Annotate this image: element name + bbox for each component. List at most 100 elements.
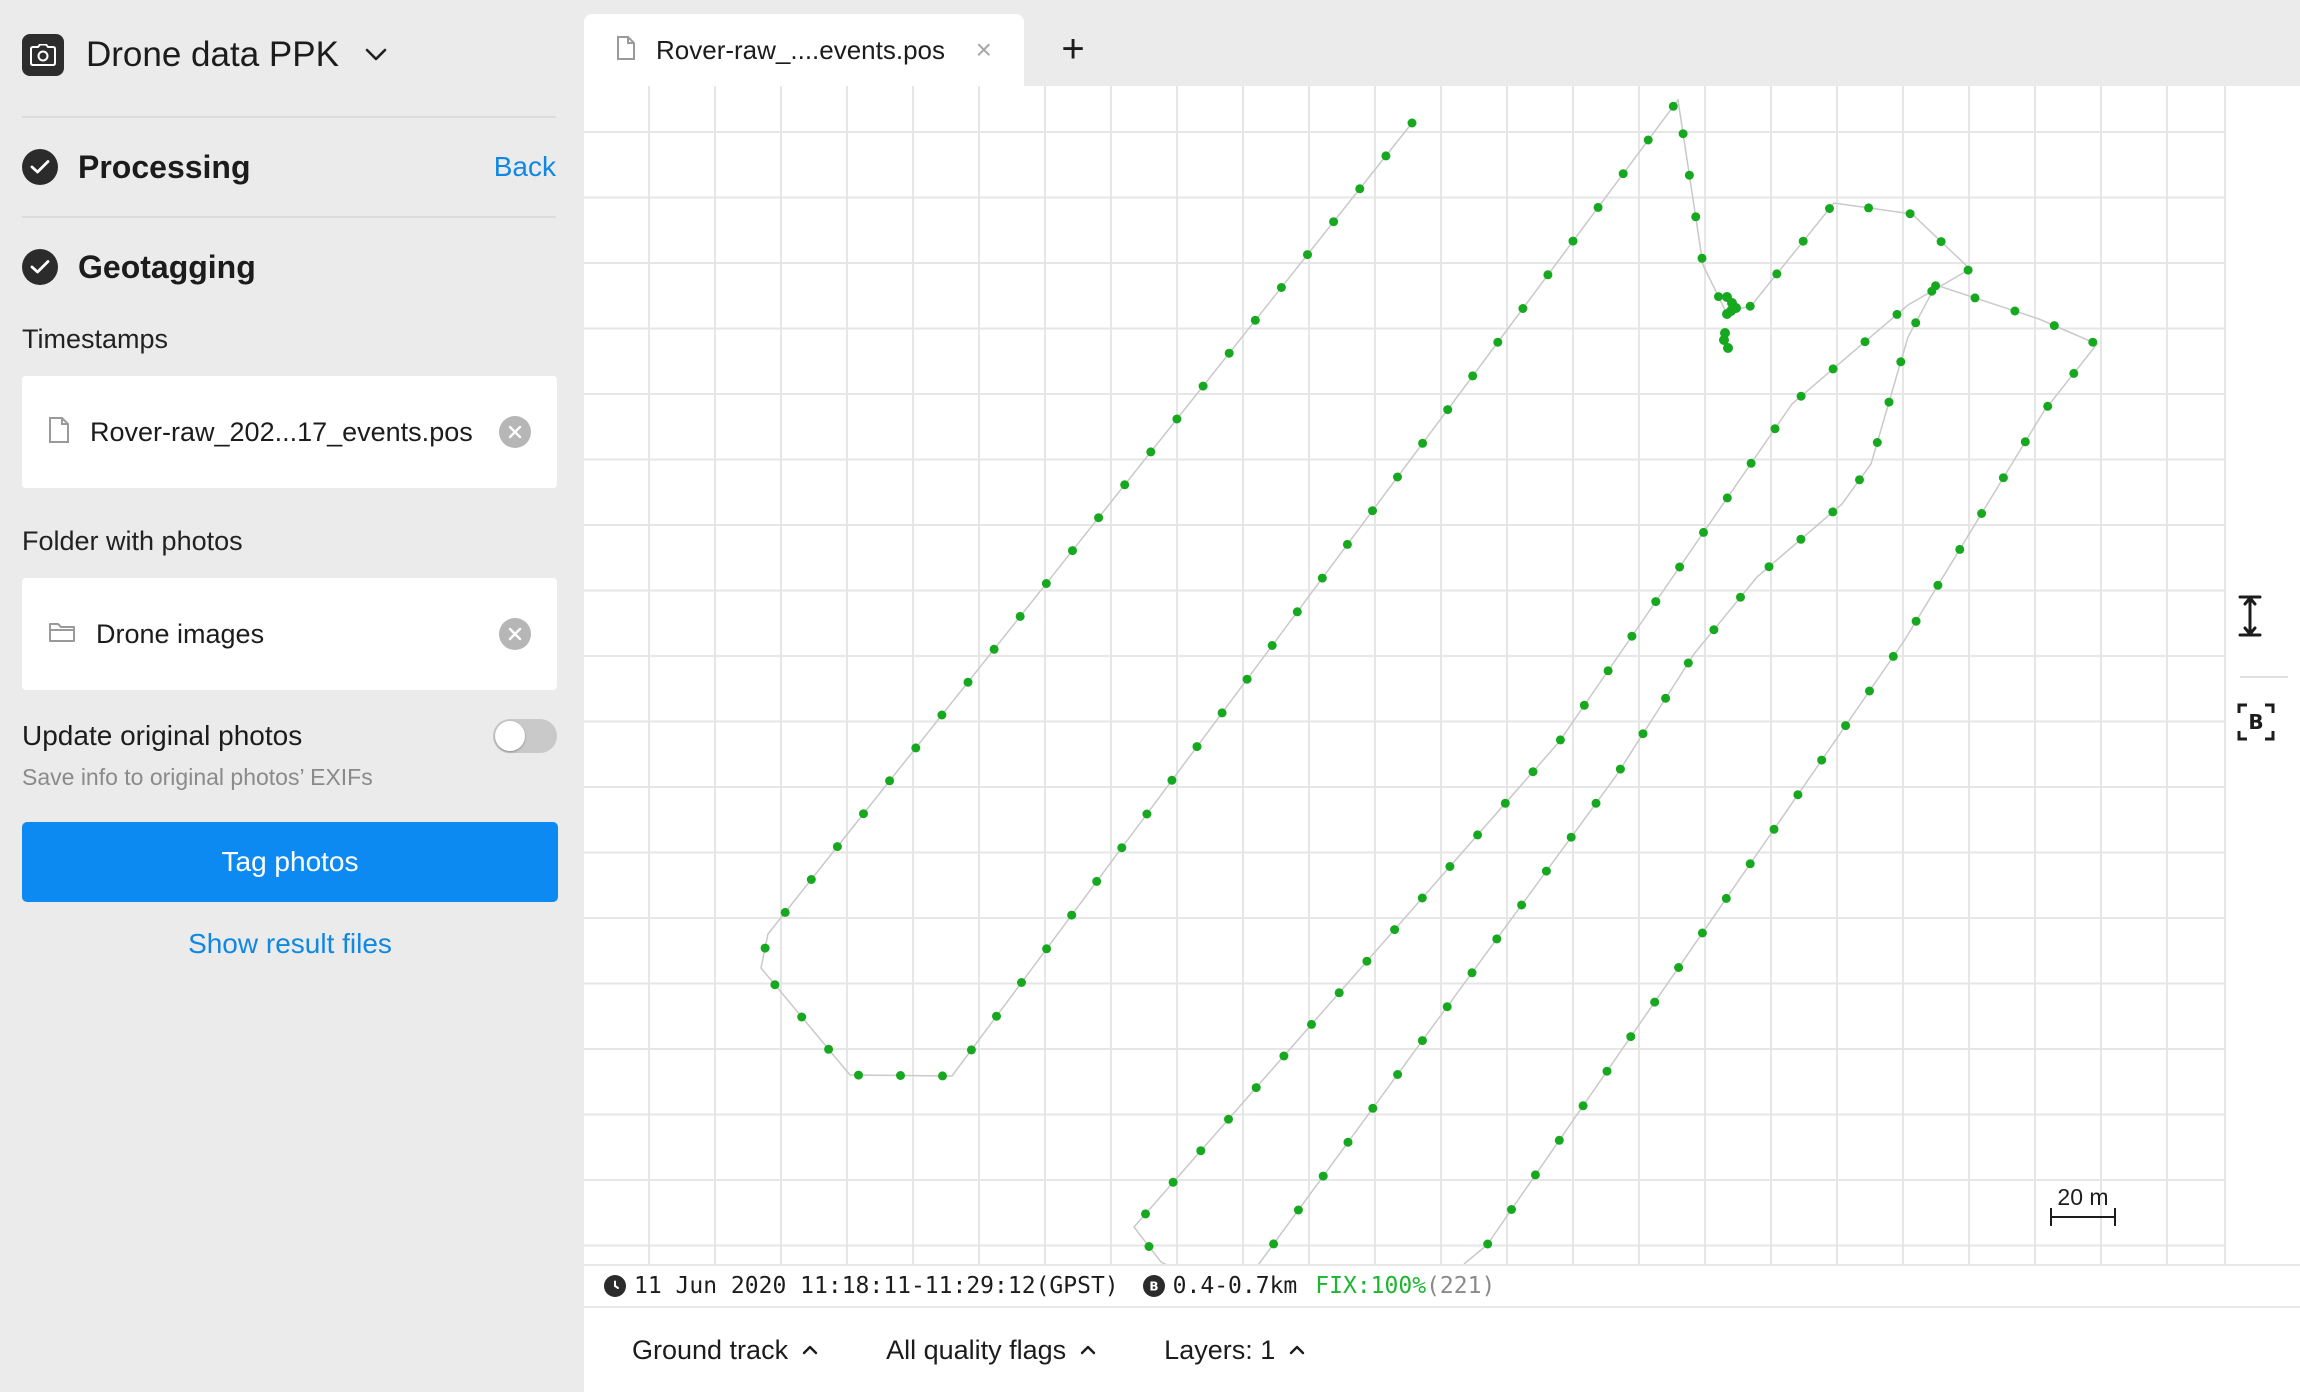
track-point [806, 875, 816, 884]
track-point [1591, 798, 1601, 808]
track-point [963, 677, 973, 687]
scale-tick [2114, 1208, 2116, 1226]
track-point [1554, 1135, 1564, 1145]
clear-folder-button[interactable] [499, 618, 531, 650]
track-point [1864, 203, 1874, 213]
base-station-focus-icon[interactable]: B [2236, 702, 2292, 758]
track-points [760, 101, 2098, 1251]
track-point [1303, 250, 1312, 260]
ground-track-dropdown[interactable]: Ground track [632, 1335, 818, 1366]
track-point [1381, 151, 1391, 161]
back-link[interactable]: Back [494, 151, 556, 183]
track-point [1638, 729, 1648, 739]
track-point [1517, 900, 1527, 910]
track-point [1661, 693, 1671, 703]
track-point [1293, 1205, 1303, 1215]
track-point [1343, 1137, 1353, 1147]
fit-height-icon[interactable] [2236, 594, 2292, 650]
track-point [1568, 236, 1578, 246]
track-point [1393, 1070, 1403, 1079]
track-point [938, 1071, 947, 1081]
track-point [760, 943, 770, 953]
track-point [1443, 405, 1453, 415]
track-point [1593, 202, 1603, 212]
update-original-hint: Save info to original photos’ EXIFs [22, 764, 373, 790]
track-point [1017, 978, 1026, 987]
track-point [1442, 1002, 1452, 1012]
tab-rover-events[interactable]: Rover-raw_....events.pos × [584, 14, 1024, 86]
track-point [1068, 546, 1077, 556]
track-point [1196, 1146, 1206, 1156]
track-point [780, 907, 790, 917]
show-result-files-link[interactable]: Show result files [22, 928, 558, 960]
track-point [1678, 129, 1688, 139]
tag-photos-button[interactable]: Tag photos [22, 822, 558, 902]
scale-tick [2050, 1208, 2052, 1226]
track-point [1067, 910, 1077, 920]
app-window: Drone data PPK Processing Back Geotaggin… [0, 0, 2300, 1392]
track-point [1390, 925, 1400, 935]
track-point [1796, 534, 1806, 544]
track-point [1977, 509, 1987, 518]
track-point [1041, 579, 1051, 588]
add-tab-button[interactable]: + [1048, 24, 1098, 74]
track-point [1884, 397, 1894, 407]
divider [22, 216, 556, 218]
track-point [966, 1045, 976, 1055]
track-point [1555, 735, 1565, 745]
track-point [1865, 686, 1874, 696]
track-point [937, 710, 947, 720]
track-point [1578, 1101, 1588, 1111]
status-fix-count: (221) [1426, 1273, 1496, 1299]
track-point [1117, 843, 1127, 853]
track-point [1675, 562, 1685, 572]
map-tools-rail: B [2224, 86, 2300, 1264]
map-view[interactable]: 20 m B [584, 86, 2300, 1264]
track-point [1120, 480, 1130, 490]
update-original-toggle[interactable] [493, 719, 557, 753]
quality-flags-dropdown[interactable]: All quality flags [886, 1335, 1096, 1366]
track-point [1217, 708, 1227, 718]
track-point [1528, 767, 1538, 777]
track-point [1473, 830, 1483, 840]
close-tab-button[interactable]: × [976, 36, 992, 64]
track-point [1722, 309, 1732, 319]
track-point [1146, 447, 1156, 457]
track-point [1492, 934, 1502, 944]
track-point [1276, 283, 1286, 292]
folder-name: Drone images [96, 618, 265, 649]
file-icon [616, 35, 636, 66]
track-point [1318, 1171, 1328, 1181]
track-point [1770, 424, 1780, 434]
track-point [1745, 859, 1755, 869]
track-point [1500, 798, 1510, 808]
track-point [1764, 562, 1774, 572]
track-point [1603, 666, 1613, 676]
track-point [1144, 1242, 1154, 1251]
track-point [1368, 1103, 1378, 1113]
clear-timestamps-button[interactable] [499, 416, 531, 448]
track-point [1798, 236, 1808, 246]
track-point [1841, 721, 1851, 731]
base-icon: B [1142, 1275, 1165, 1297]
track-point [1579, 700, 1589, 710]
track-point [896, 1071, 905, 1080]
toggle-knob [495, 721, 525, 751]
scale-label: 20 m [2057, 1184, 2109, 1210]
status-bar: 11 Jun 2020 11:18:11-11:29:12(GPST) B 0.… [584, 1264, 2300, 1306]
tab-label: Rover-raw_....events.pos [656, 34, 946, 65]
track-point [1368, 506, 1377, 516]
track-point [1828, 364, 1838, 374]
project-selector[interactable]: Drone data PPK [22, 30, 387, 80]
layers-dropdown[interactable]: Layers: 1 [1164, 1335, 1305, 1366]
track-point [1674, 963, 1684, 972]
timestamps-file-card[interactable]: Rover-raw_202...17_events.pos [22, 376, 557, 488]
track-point [1892, 309, 1902, 319]
tab-bar: Rover-raw_....events.pos × + [584, 0, 2300, 86]
status-fix: FIX:100% [1315, 1273, 1427, 1299]
track-point [1198, 381, 1208, 391]
track-point [1407, 118, 1417, 128]
camera-icon [22, 34, 64, 76]
folder-card[interactable]: Drone images [22, 578, 557, 690]
track-point [1745, 301, 1755, 311]
